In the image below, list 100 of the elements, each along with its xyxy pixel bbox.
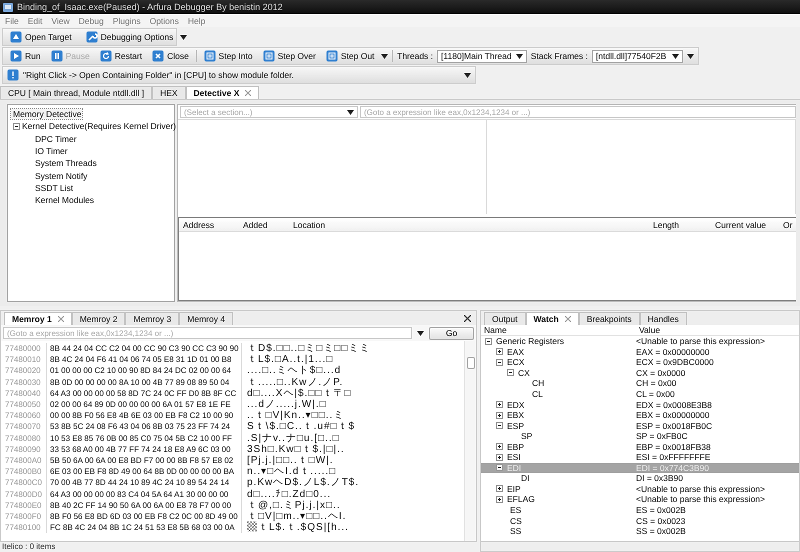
menu-item[interactable]: Options [150,16,179,26]
watch-row[interactable]: EAX EAX = 0x00000000 [481,346,799,358]
toolbar-button[interactable]: Close [149,48,192,64]
register-value: SS = 0x002B [636,526,687,536]
watch-row[interactable]: ESP ESP = 0x0018FB0C [481,420,799,431]
watch-row[interactable]: CX CX = 0x0000 [481,368,799,378]
register-name: EDI [507,462,522,473]
collapse-icon[interactable] [13,122,20,130]
register-name: EDX [507,400,524,410]
watch-row[interactable]: EFLAG <Unable to parse this expression> [481,494,799,505]
watch-row[interactable]: EBP EBP = 0x0018FB38 [481,441,799,452]
tab[interactable]: Handles [640,312,687,325]
column-header[interactable]: Address [179,220,239,230]
watch-row[interactable]: EDX EDX = 0x0008E3B8 [481,399,799,410]
tab[interactable]: Memroy 1 [4,312,72,325]
watch-row[interactable]: ES ES = 0x002B [481,504,799,516]
tree-item[interactable]: SSDT List [10,182,172,194]
toolbar-button[interactable]: Run [7,48,44,64]
menu-item[interactable]: Help [188,16,206,26]
tree-item[interactable]: Memory Detective [10,108,82,120]
menu-item[interactable]: View [51,16,70,26]
toolbar-button[interactable]: Step Out [322,48,378,64]
goto-field[interactable]: (Goto a expression like eax,0x1234,1234 or ...) [3,327,412,339]
register-name: ECX [507,357,524,368]
watch-row[interactable]: Generic Registers <Unable to parse this expression> [481,336,799,347]
watch-row[interactable]: DI DI = 0x3B90 [481,473,799,484]
expand-icon[interactable] [496,412,503,419]
tab[interactable]: Memroy 3 [125,312,180,325]
dropdown-caret-icon [417,330,424,336]
goto-field[interactable]: (Goto a expression like eax,0x1234,1234 or ...) [360,106,796,118]
watch-row[interactable]: CS CS = 0x0023 [481,515,799,526]
watch-row[interactable]: SP SP = 0xFB0C [481,430,799,442]
toolbar-button[interactable]: Restart [96,48,146,64]
tab[interactable]: Watch [526,312,579,325]
register-name: Generic Registers [496,336,564,346]
tab[interactable]: CPU [ Main thread, Module ntdll.dll ] [0,86,152,99]
address-cell-text: 77480060 [4,411,42,420]
register-value: EDX = 0x0008E3B8 [636,400,713,410]
watch-row[interactable]: EIP <Unable to parse this expression> [481,484,799,494]
register-value: CL = 0x00 [636,389,676,399]
toolbar-button[interactable]: Step Into [200,48,256,64]
expand-icon[interactable] [496,443,503,450]
scrollbar[interactable] [481,541,799,551]
dropdown-caret-icon [516,54,523,58]
expand-icon[interactable] [496,496,503,503]
collapse-icon[interactable] [496,464,503,472]
toolbar-button[interactable]: Debugging Options [82,29,176,45]
tab[interactable]: Breakpoints [578,312,640,325]
go-button[interactable]: Go [429,326,474,340]
expand-icon[interactable] [496,454,503,461]
hex-bytes: 01 00 00 00 C2 10 00 90 8D 84 24 DC 02 00 00 64 [46,365,242,377]
watch-row[interactable]: ECX ECX = 0x9DBC0000 [481,357,799,368]
tab[interactable]: Output [484,312,526,325]
column-header[interactable]: Current value [711,220,779,230]
watch-row[interactable]: CL CL = 0x00 [481,388,799,400]
expand-icon[interactable] [496,401,503,408]
collapse-icon[interactable] [496,422,503,430]
tab[interactable]: Memroy 2 [72,312,126,325]
ascii-text: ..ｔ□V|Kn..▾□□..ミ [247,410,344,422]
toolbar-button[interactable]: Open Target [7,29,75,45]
column-header[interactable]: Added [239,220,289,230]
ascii-text: ...dノ.....j.W|.□ [247,399,327,410]
column-header[interactable]: Value [636,325,799,335]
tab[interactable]: Detective X [186,86,260,99]
tree-item[interactable]: System Threads [10,157,172,170]
column-header[interactable]: Or [779,220,796,230]
close-icon[interactable] [464,315,471,322]
tree-item[interactable]: IO Timer [10,144,172,158]
watch-row[interactable]: ESI ESI = 0xFFFFFFFE [481,452,799,463]
collapse-icon[interactable] [485,338,492,345]
column-header[interactable]: Name [481,325,636,335]
tree-item[interactable]: Kernel Modules [10,194,172,206]
watch-row[interactable]: SS SS = 0x002B [481,526,799,536]
address-cell-text: 774800A0 [4,456,42,465]
menu-item[interactable]: Plugins [112,16,141,26]
scrollbar[interactable] [464,341,476,541]
column-header[interactable]: Length [649,220,711,230]
toolbar-button[interactable]: Step Over [260,48,319,64]
menu-item[interactable]: File [5,16,19,26]
expand-icon[interactable] [496,485,503,492]
menu-item[interactable]: Debug [78,16,104,26]
collapse-icon[interactable] [507,369,514,376]
dropdown-caret-icon [672,54,679,58]
tree-item[interactable]: System Notify [10,169,172,182]
tab[interactable]: HEX [152,86,186,99]
threads-dropdown[interactable]: [1180]Main Thread [437,50,527,62]
collapse-icon[interactable] [496,358,503,366]
address-cell-text: 77480010 [4,355,42,364]
stack-frames-dropdown[interactable]: [ntdll.dll]77540F2B [592,50,683,62]
tab[interactable]: Memroy 4 [179,312,234,325]
register-name: EFLAG [507,494,535,504]
expand-icon[interactable] [496,348,503,356]
register-value: CS = 0x0023 [636,516,686,526]
tree-item[interactable]: DPC Timer [10,132,172,145]
watch-row[interactable]: EBX EBX = 0x00000000 [481,410,799,420]
ascii-text: 3Sh□.Kw□ｔ$.|□|.. [247,444,345,455]
menu-item[interactable]: Edit [28,16,42,26]
register-value: EDI = 0x774C3B90 [636,462,710,473]
column-header[interactable]: Location [289,220,649,230]
watch-row[interactable]: CH CH = 0x00 [481,378,799,389]
